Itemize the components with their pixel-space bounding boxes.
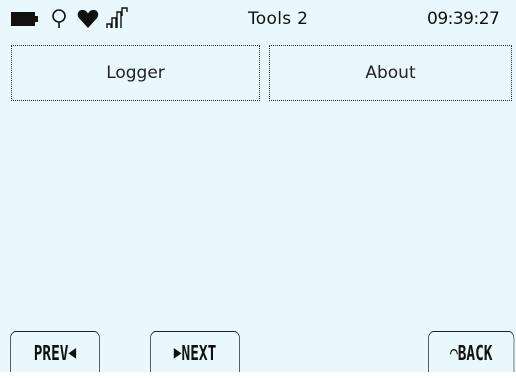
logger-button[interactable]: Logger <box>11 45 260 101</box>
prev-arrow-icon: ◀ <box>68 342 77 363</box>
status-bar: Tools 2 09:39:27 <box>0 0 516 44</box>
device-screen: Tools 2 09:39:27 Logger About PREV ◀ ▶ N… <box>0 0 516 378</box>
heart-icon <box>77 9 99 28</box>
bottom-strip <box>0 372 516 378</box>
logger-button-label: Logger <box>106 63 165 83</box>
back-arrow-icon: ⌒ <box>449 342 458 363</box>
about-button[interactable]: About <box>269 45 512 101</box>
about-button-label: About <box>365 63 416 83</box>
clock-time: 09:39:27 <box>427 9 500 29</box>
back-button-label: BACK <box>457 340 493 365</box>
battery-icon <box>11 12 38 26</box>
next-button-label: NEXT <box>181 340 217 365</box>
screen-title: Tools 2 <box>248 9 309 29</box>
next-arrow-icon: ▶ <box>173 342 182 363</box>
prev-button-label: PREV <box>33 340 69 365</box>
back-button[interactable]: ⌒ BACK <box>428 331 515 373</box>
next-button[interactable]: ▶ NEXT <box>150 331 240 373</box>
prev-button[interactable]: PREV ◀ <box>10 331 100 373</box>
lightbulb-icon <box>52 9 66 28</box>
signal-icon <box>106 7 128 28</box>
